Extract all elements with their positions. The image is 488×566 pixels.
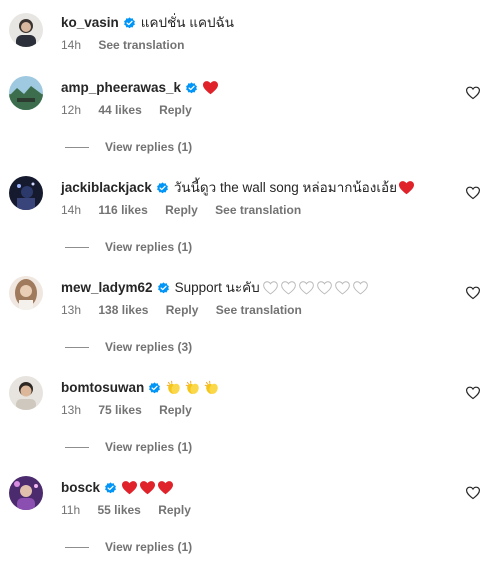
- comment: jackiblackjack วันนี้ดูว the wall song ห…: [0, 176, 488, 266]
- heart-outline-icon[interactable]: [466, 386, 480, 400]
- red-heart-emoji-icon: [122, 481, 138, 495]
- clapping-hands-emoji-icon: [166, 380, 182, 396]
- reply-button[interactable]: Reply: [166, 303, 199, 317]
- view-replies-label: View replies (1): [105, 140, 193, 154]
- view-replies-label: View replies (1): [105, 440, 193, 454]
- comment-time: 14h: [61, 203, 82, 217]
- white-heart-emoji-icon: [352, 281, 368, 295]
- reply-button[interactable]: Reply: [158, 503, 191, 517]
- comment: mew_ladym62 Support นะคับ 13h 138 likes …: [0, 276, 488, 366]
- divider: [65, 346, 89, 348]
- red-heart-emoji-icon: [203, 81, 219, 95]
- avatar-mew-ladym62[interactable]: [9, 276, 43, 310]
- caption-text: แคปชั่น แคปฉัน: [140, 15, 234, 30]
- white-heart-emoji-icon: [280, 281, 296, 295]
- caption: ko_vasin แคปชั่น แคปฉัน 14h See translat…: [0, 10, 488, 58]
- view-replies-button[interactable]: View replies (1): [65, 540, 192, 554]
- clapping-hands-emoji-icon: [204, 380, 220, 396]
- comment: bosck 11h 55 likes Reply View replies (1…: [0, 476, 488, 566]
- comment-time: 11h: [61, 503, 81, 517]
- view-replies-button[interactable]: View replies (1): [65, 240, 192, 254]
- view-replies-label: View replies (1): [105, 240, 193, 254]
- verified-badge-icon: [156, 181, 169, 195]
- white-heart-emoji-icon: [262, 281, 278, 295]
- comment: bomtosuwan 13h 75 likes Reply View repli…: [0, 376, 488, 466]
- see-translation-link[interactable]: See translation: [216, 303, 302, 317]
- divider: [65, 146, 89, 148]
- view-replies-button[interactable]: View replies (3): [65, 340, 192, 354]
- divider: [65, 246, 89, 248]
- comment-time: 13h: [61, 403, 82, 417]
- heart-outline-icon[interactable]: [466, 486, 480, 500]
- caption-username[interactable]: ko_vasin: [61, 14, 119, 32]
- heart-outline-icon[interactable]: [466, 86, 480, 100]
- see-translation-link[interactable]: See translation: [98, 38, 184, 52]
- comment-time: 13h: [61, 303, 82, 317]
- view-replies-button[interactable]: View replies (1): [65, 140, 192, 154]
- heart-outline-icon[interactable]: [466, 186, 480, 200]
- comment-text: Support นะคับ: [174, 280, 260, 295]
- red-heart-emoji-icon: [399, 181, 415, 195]
- like-count[interactable]: 116 likes: [98, 203, 147, 217]
- reply-button[interactable]: Reply: [159, 403, 192, 417]
- avatar-jackiblackjack[interactable]: [9, 176, 43, 210]
- clapping-hands-emoji-icon: [185, 380, 201, 396]
- white-heart-emoji-icon: [298, 281, 314, 295]
- comment-username[interactable]: jackiblackjack: [61, 179, 152, 197]
- like-count[interactable]: 138 likes: [98, 303, 148, 317]
- avatar-ko-vasin[interactable]: [9, 13, 43, 47]
- avatar-bosck[interactable]: [9, 476, 43, 510]
- verified-badge-icon: [185, 81, 198, 95]
- avatar-bomtosuwan[interactable]: [9, 376, 43, 410]
- view-replies-label: View replies (3): [105, 340, 193, 354]
- avatar-amp-pheerawas-k[interactable]: [9, 76, 43, 110]
- comment-time: 12h: [61, 103, 82, 117]
- divider: [65, 446, 89, 448]
- comment-username[interactable]: bomtosuwan: [61, 379, 144, 397]
- verified-badge-icon: [157, 281, 170, 295]
- heart-outline-icon[interactable]: [466, 286, 480, 300]
- comment-username[interactable]: mew_ladym62: [61, 279, 153, 297]
- like-count[interactable]: 44 likes: [98, 103, 141, 117]
- comment: amp_pheerawas_k 12h 44 likes Reply View …: [0, 76, 488, 166]
- view-replies-label: View replies (1): [105, 540, 193, 554]
- verified-badge-icon: [148, 381, 161, 395]
- white-heart-emoji-icon: [334, 281, 350, 295]
- verified-badge-icon: [104, 481, 117, 495]
- view-replies-button[interactable]: View replies (1): [65, 440, 192, 454]
- red-heart-emoji-icon: [140, 481, 156, 495]
- comment-username[interactable]: bosck: [61, 479, 100, 497]
- red-heart-emoji-icon: [158, 481, 174, 495]
- see-translation-link[interactable]: See translation: [215, 203, 301, 217]
- white-heart-emoji-icon: [316, 281, 332, 295]
- divider: [65, 546, 89, 548]
- reply-button[interactable]: Reply: [159, 103, 192, 117]
- reply-button[interactable]: Reply: [165, 203, 198, 217]
- comment-text: วันนี้ดูว the wall song หล่อมากน้องเอ้ย: [173, 180, 398, 195]
- like-count[interactable]: 75 likes: [98, 403, 141, 417]
- caption-time: 14h: [61, 38, 82, 52]
- like-count[interactable]: 55 likes: [97, 503, 140, 517]
- verified-badge-icon: [123, 16, 136, 30]
- comment-username[interactable]: amp_pheerawas_k: [61, 79, 181, 97]
